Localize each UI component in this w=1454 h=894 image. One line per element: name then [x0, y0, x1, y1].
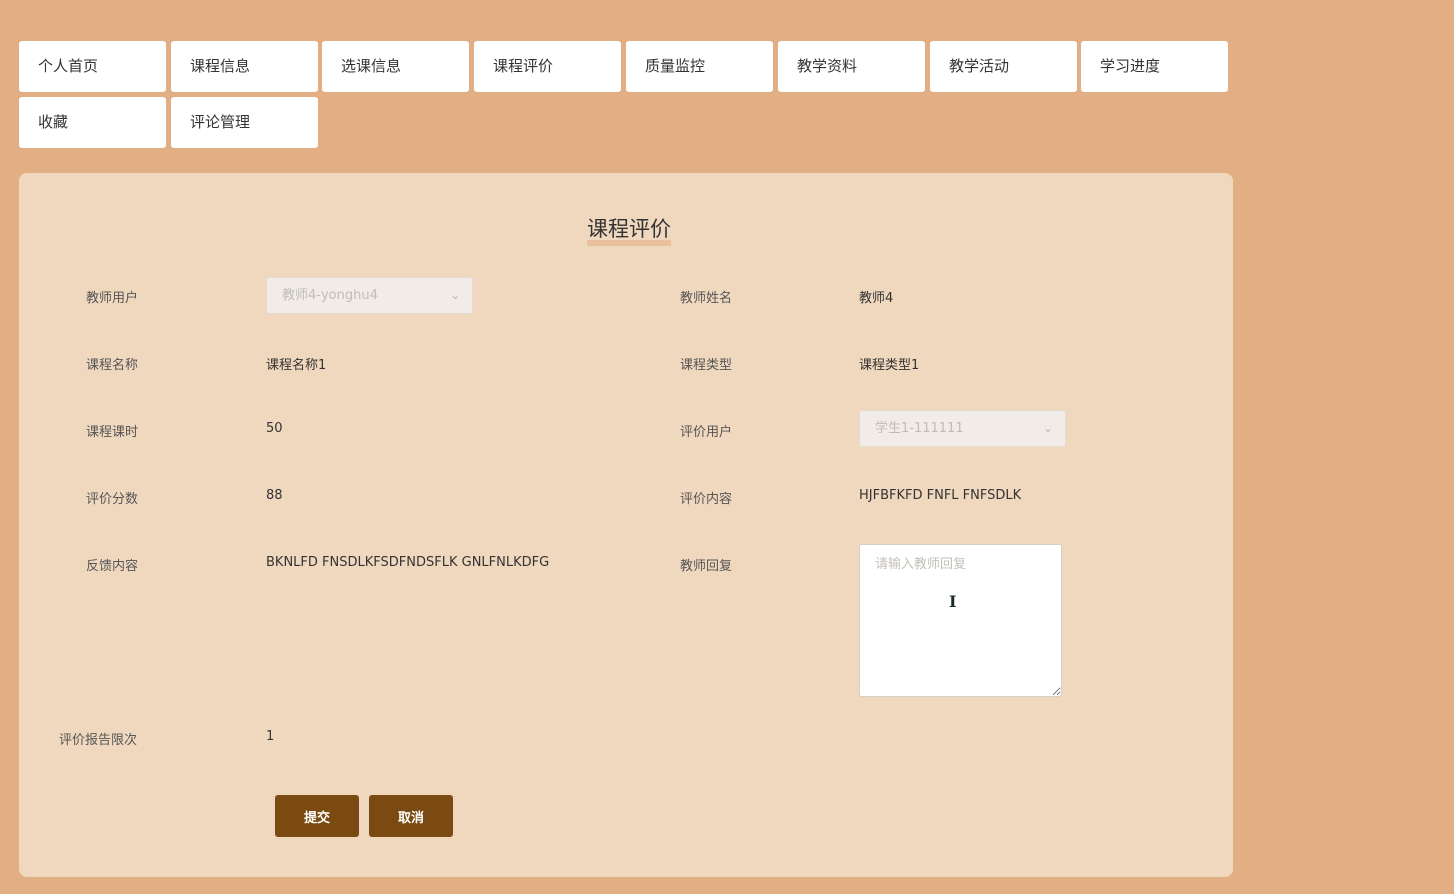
- teacher-reply-label: 教师回复: [680, 559, 733, 574]
- nav-item-teaching-activities[interactable]: 教学活动: [930, 41, 1077, 92]
- nav-item-learning-progress[interactable]: 学习进度: [1081, 41, 1228, 92]
- nav-item-favorites[interactable]: 收藏: [19, 97, 166, 148]
- review-form-panel: 课程评价 教师用户 教师4-yonghu4 ⌄ 教师姓名 教师4 课程名称 课程…: [19, 173, 1233, 877]
- teacher-name-label: 教师姓名: [680, 291, 733, 306]
- chevron-down-icon: ⌄: [449, 288, 460, 302]
- nav-item-course-selection[interactable]: 选课信息: [322, 41, 469, 92]
- review-user-select-value: 学生1-111111: [875, 421, 964, 436]
- course-hours-label: 课程课时: [86, 425, 139, 440]
- course-name-label: 课程名称: [86, 358, 139, 373]
- teacher-reply-wrap: I: [859, 544, 1062, 697]
- course-type-label: 课程类型: [680, 358, 733, 373]
- teacher-user-select: 教师4-yonghu4 ⌄: [266, 277, 473, 314]
- review-content-label: 评价内容: [680, 492, 733, 507]
- course-name-value: 课程名称1: [266, 358, 327, 373]
- nav-item-teaching-materials[interactable]: 教学资料: [778, 41, 925, 92]
- feedback-value: BKNLFD FNSDLKFSDFNDSFLK GNLFNLKDFG: [266, 555, 550, 570]
- nav-item-home[interactable]: 个人首页: [19, 41, 166, 92]
- score-label: 评价分数: [86, 492, 139, 507]
- teacher-name-value: 教师4: [859, 291, 894, 306]
- review-content-value: HJFBFKFD FNFL FNFSDLK: [859, 488, 1022, 503]
- feedback-label: 反馈内容: [86, 559, 139, 574]
- chevron-down-icon: ⌄: [1042, 421, 1053, 435]
- teacher-reply-textarea[interactable]: [859, 544, 1062, 697]
- page-title: 课程评价: [19, 213, 1239, 246]
- nav-item-course-info[interactable]: 课程信息: [171, 41, 318, 92]
- teacher-user-select-value: 教师4-yonghu4: [282, 288, 378, 303]
- teacher-user-label: 教师用户: [86, 291, 139, 306]
- course-type-value: 课程类型1: [859, 358, 920, 373]
- report-limit-value: 1: [266, 729, 275, 744]
- review-user-select: 学生1-111111 ⌄: [859, 410, 1066, 447]
- course-hours-value: 50: [266, 421, 283, 436]
- nav-item-comment-management[interactable]: 评论管理: [171, 97, 318, 148]
- submit-button[interactable]: 提交: [275, 795, 359, 837]
- score-value: 88: [266, 488, 283, 503]
- nav-item-quality-monitor[interactable]: 质量监控: [626, 41, 773, 92]
- cancel-button[interactable]: 取消: [369, 795, 453, 837]
- review-user-label: 评价用户: [680, 425, 733, 440]
- report-limit-label: 评价报告限次: [59, 733, 138, 748]
- nav-item-course-review[interactable]: 课程评价: [474, 41, 621, 92]
- page-title-text: 课程评价: [587, 217, 671, 241]
